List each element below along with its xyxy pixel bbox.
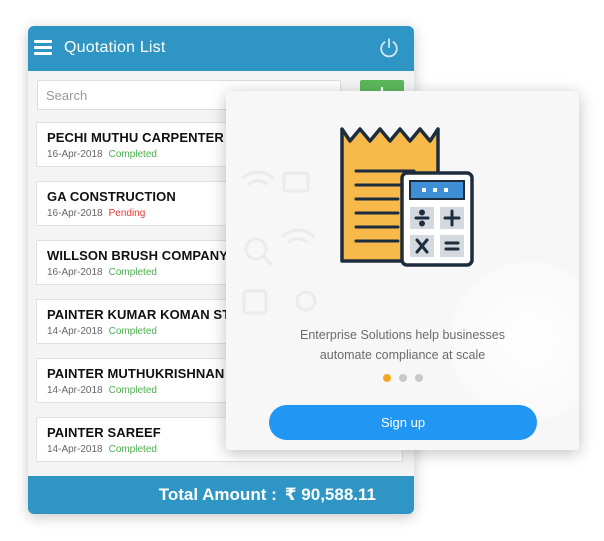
- sign-up-button[interactable]: Sign up: [269, 405, 537, 440]
- receipt-calculator-illustration: [340, 127, 474, 267]
- page-indicator: [226, 374, 579, 382]
- total-amount-label: Total Amount :: [158, 485, 277, 504]
- hamburger-menu-icon[interactable]: [34, 40, 52, 56]
- quotation-date: 16-Apr-2018: [47, 149, 103, 160]
- quotation-date: 16-Apr-2018: [47, 208, 103, 219]
- status-badge: Completed: [108, 326, 157, 337]
- status-badge: Completed: [108, 444, 157, 455]
- power-icon[interactable]: [378, 37, 400, 59]
- quotation-date: 14-Apr-2018: [47, 444, 103, 455]
- total-amount-bar: Total Amount : ₹ 90,588.11: [28, 476, 414, 514]
- faded-background-icons: [240, 170, 317, 315]
- onboarding-tagline: Enterprise Solutions help businesses aut…: [226, 325, 579, 365]
- quotation-date: 14-Apr-2018: [47, 326, 103, 337]
- page-dot[interactable]: [414, 374, 423, 382]
- total-amount-value: ₹ 90,588.11: [284, 485, 376, 504]
- page-dot[interactable]: [398, 374, 407, 382]
- status-badge: Completed: [108, 149, 157, 160]
- quotation-date: 14-Apr-2018: [47, 385, 103, 396]
- status-badge: Completed: [108, 385, 157, 396]
- page-title: Quotation List: [64, 39, 166, 56]
- status-badge: Completed: [108, 267, 157, 278]
- quotation-date: 16-Apr-2018: [47, 267, 103, 278]
- tagline-line-1: Enterprise Solutions help businesses: [300, 328, 505, 342]
- app-header: Quotation List: [28, 26, 414, 71]
- tagline-line-2: automate compliance at scale: [319, 348, 486, 362]
- page-dot[interactable]: [382, 374, 391, 382]
- onboarding-card: Enterprise Solutions help businesses aut…: [226, 91, 579, 450]
- status-badge: Pending: [108, 208, 146, 219]
